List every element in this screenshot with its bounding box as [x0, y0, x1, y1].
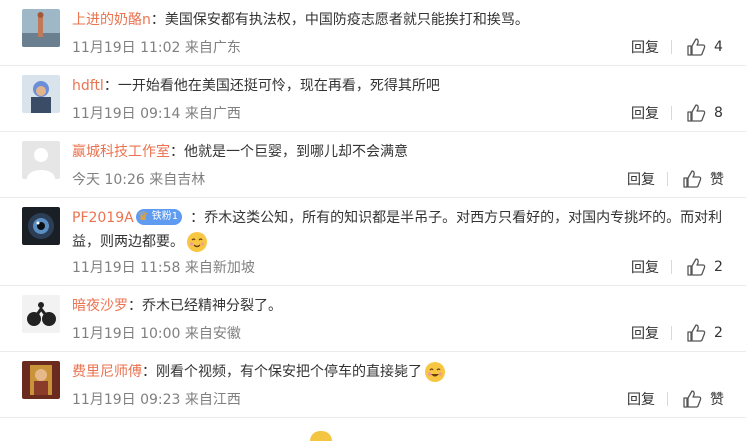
- divider: [667, 172, 668, 186]
- timestamp: 11月19日 11:02: [72, 40, 181, 56]
- comment-body: PF2019A ♛ 铁粉1 ：乔木这类公知，所有的知识都是半吊子。对西方只看好的，对国…: [72, 206, 728, 254]
- comment-actions: 回复 2: [631, 323, 724, 343]
- reply-button[interactable]: 回复: [631, 37, 659, 57]
- timestamp: 11月19日 09:23: [72, 392, 181, 408]
- comment-item: 上进的奶酪n：美国保安都有执法权，中国防疫志愿者就只能挨打和挨骂。 11月19日…: [0, 0, 746, 66]
- username-link[interactable]: 费里尼师傅: [72, 364, 142, 380]
- username-link[interactable]: 赢城科技工作室: [72, 144, 170, 160]
- comment-body: 暗夜沙罗：乔木已经精神分裂了。: [72, 294, 728, 318]
- comment-meta: 11月19日 09:23 来自江西: [72, 389, 241, 409]
- avatar[interactable]: [22, 361, 60, 399]
- like-count[interactable]: 2: [714, 259, 724, 275]
- colon: ：: [170, 144, 184, 160]
- comment-meta: 11月19日 10:00 来自安徽: [72, 323, 241, 343]
- comment-body: 赢城科技工作室：他就是一个巨婴，到哪儿却不会满意: [72, 140, 728, 164]
- colon: ：: [150, 12, 165, 28]
- like-label[interactable]: 赞: [710, 389, 724, 409]
- comment-body: 上进的奶酪n：美国保安都有执法权，中国防疫志愿者就只能挨打和挨骂。: [72, 8, 728, 32]
- fan-badge[interactable]: ♛ 铁粉1: [135, 209, 183, 225]
- avatar[interactable]: [22, 9, 60, 47]
- avatar[interactable]: [22, 295, 60, 333]
- colon: ：: [103, 78, 118, 94]
- comment-text: 乔木已经精神分裂了。: [142, 298, 282, 314]
- colon: ：: [190, 210, 205, 226]
- avatar[interactable]: [22, 141, 60, 179]
- divider: [671, 326, 672, 340]
- fan-badge-label: 铁粉1: [151, 211, 179, 222]
- comment-actions: 回复 2: [631, 257, 724, 277]
- reply-button[interactable]: 回复: [631, 257, 659, 277]
- reply-button[interactable]: 回复: [631, 103, 659, 123]
- thumbs-up-icon[interactable]: [686, 104, 706, 122]
- comment-item: hdftl：一开始看他在美国还挺可怜，现在再看，死得其所吧 11月19日 09:…: [0, 66, 746, 132]
- thumbs-up-icon[interactable]: [686, 258, 706, 276]
- thumbs-up-icon[interactable]: [682, 170, 702, 188]
- avatar[interactable]: [22, 207, 60, 245]
- colon: ：: [142, 364, 156, 380]
- comment-text: 美国保安都有执法权，中国防疫志愿者就只能挨打和挨骂。: [164, 12, 529, 28]
- comment-item: 赢城科技工作室：他就是一个巨婴，到哪儿却不会满意 今天 10:26 来自吉林 回…: [0, 132, 746, 198]
- timestamp: 今天 10:26: [72, 172, 145, 188]
- thumbs-up-icon[interactable]: [682, 390, 702, 408]
- like-label[interactable]: 赞: [710, 169, 724, 189]
- grin-emoji-icon: [425, 362, 445, 382]
- timestamp: 11月19日 10:00: [72, 326, 181, 342]
- crown-icon: ♛: [137, 209, 149, 223]
- comment-item: PF2019A ♛ 铁粉1 ：乔木这类公知，所有的知识都是半吊子。对西方只看好的，对国…: [0, 198, 746, 286]
- divider: [667, 392, 668, 406]
- comment-text: 刚看个视频，有个保安把个停车的直接毙了: [156, 364, 422, 380]
- reply-button[interactable]: 回复: [627, 169, 655, 189]
- comment-meta: 11月19日 09:14 来自广西: [72, 103, 241, 123]
- location: 来自广西: [184, 106, 241, 122]
- divider: [671, 106, 672, 120]
- comment-actions: 回复 赞: [627, 169, 724, 189]
- timestamp: 11月19日 11:58: [72, 260, 181, 276]
- username-link[interactable]: 上进的奶酪n: [72, 12, 151, 28]
- avatar[interactable]: [22, 75, 60, 113]
- like-count[interactable]: 4: [714, 39, 724, 55]
- comment-item: 费里尼师傅：刚看个视频，有个保安把个停车的直接毙了 11月19日 09:23 来…: [0, 352, 746, 418]
- location: 来自江西: [184, 392, 241, 408]
- username-link[interactable]: PF2019A: [72, 210, 134, 226]
- comment-body: 费里尼师傅：刚看个视频，有个保安把个停车的直接毙了: [72, 360, 728, 384]
- divider: [671, 260, 672, 274]
- comment-meta: 11月19日 11:58 来自新加坡: [72, 257, 255, 277]
- location: 来自广东: [184, 40, 241, 56]
- reply-button[interactable]: 回复: [627, 389, 655, 409]
- comment-text: 他就是一个巨婴，到哪儿却不会满意: [184, 144, 408, 160]
- comment-meta: 今天 10:26 来自吉林: [72, 169, 205, 189]
- thumbs-up-icon[interactable]: [686, 324, 706, 342]
- colon: ：: [128, 298, 142, 314]
- timestamp: 11月19日 09:14: [72, 106, 181, 122]
- like-count[interactable]: 8: [714, 105, 724, 121]
- username-link[interactable]: 暗夜沙罗: [72, 298, 128, 314]
- location: 来自吉林: [149, 172, 206, 188]
- divider: [671, 40, 672, 54]
- comment-text: 一开始看他在美国还挺可怜，现在再看，死得其所吧: [117, 78, 440, 94]
- reply-button[interactable]: 回复: [631, 323, 659, 343]
- comment-actions: 回复 4: [631, 37, 724, 57]
- emoji-icon-partial: [310, 431, 332, 441]
- comment-actions: 回复 赞: [627, 389, 724, 409]
- thumbs-up-icon[interactable]: [686, 38, 706, 56]
- location: 来自新加坡: [184, 260, 255, 276]
- comment-body: hdftl：一开始看他在美国还挺可怜，现在再看，死得其所吧: [72, 74, 728, 98]
- comment-meta: 11月19日 11:02 来自广东: [72, 37, 241, 57]
- comment-item: 暗夜沙罗：乔木已经精神分裂了。 11月19日 10:00 来自安徽 回复 2: [0, 286, 746, 352]
- comment-actions: 回复 8: [631, 103, 724, 123]
- grin-emoji-icon: [187, 232, 207, 252]
- location: 来自安徽: [184, 326, 241, 342]
- like-count[interactable]: 2: [714, 325, 724, 341]
- username-link[interactable]: hdftl: [72, 78, 104, 94]
